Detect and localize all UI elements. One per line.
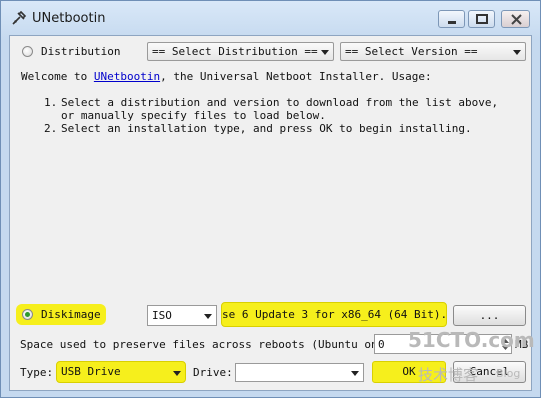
diskimage-path-value: se 6 Update 3 for x86_64 (64 Bit).iso (222, 308, 447, 321)
distribution-radio[interactable] (22, 46, 33, 57)
drive-dropdown[interactable] (235, 363, 364, 382)
watermark-text: Blog (496, 367, 521, 380)
chevron-down-icon (173, 371, 181, 376)
minimize-icon (448, 21, 456, 24)
diskimage-label: Diskimage (41, 308, 101, 321)
select-version-value: == Select Version == (345, 45, 478, 58)
diskimage-type-value: ISO (152, 309, 172, 322)
drive-label: Drive: (193, 366, 233, 379)
restore-icon (476, 14, 488, 24)
unetbootin-window: UNetbootin Distribution == Select Distri… (0, 0, 541, 398)
instruction-text: Select a distribution and version to dow… (61, 96, 499, 122)
select-distribution-value: == Select Distribution == (152, 45, 318, 58)
instruction-number: 2. (44, 122, 58, 135)
browse-button[interactable]: ... (453, 305, 526, 326)
diskimage-radio[interactable] (22, 309, 33, 320)
instruction-text: Select an installation type, and press O… (61, 122, 472, 135)
welcome-suffix: , the Universal Netboot Installer. Usage… (160, 70, 432, 83)
window-title: UNetbootin (32, 11, 106, 26)
app-icon (12, 10, 27, 25)
minimize-button[interactable] (438, 10, 465, 28)
chevron-down-icon (204, 314, 212, 319)
close-icon (511, 14, 522, 25)
chevron-down-icon (351, 371, 359, 376)
persistence-value: 0 (378, 338, 385, 351)
unetbootin-link[interactable]: UNetbootin (94, 70, 160, 83)
distribution-label: Distribution (41, 45, 121, 58)
type-label: Type: (20, 366, 54, 379)
instructions-list: 1. Select a distribution and version to … (44, 96, 514, 135)
chevron-down-icon (321, 50, 329, 55)
close-button[interactable] (501, 10, 530, 28)
instruction-number: 1. (44, 96, 58, 109)
install-type-value: USB Drive (61, 365, 121, 378)
select-distribution-dropdown[interactable]: == Select Distribution == (147, 42, 334, 61)
watermark-text: 51CTO.com (408, 328, 535, 352)
title-bar[interactable]: UNetbootin (1, 1, 540, 35)
client-area: Distribution == Select Distribution == =… (9, 35, 535, 391)
instruction-item: 2. Select an installation type, and pres… (44, 122, 514, 135)
instruction-item: 1. Select a distribution and version to … (44, 96, 514, 122)
install-type-dropdown[interactable]: USB Drive (56, 361, 186, 383)
persistence-label: Space used to preserve files across rebo… (20, 338, 405, 351)
diskimage-type-dropdown[interactable]: ISO (147, 305, 217, 326)
diskimage-path-input[interactable]: se 6 Update 3 for x86_64 (64 Bit).iso (221, 302, 447, 327)
select-version-dropdown[interactable]: == Select Version == (340, 42, 526, 61)
welcome-prefix: Welcome to (21, 70, 94, 83)
chevron-down-icon (513, 50, 521, 55)
welcome-text: Welcome to UNetbootin, the Universal Net… (21, 70, 432, 83)
watermark-text: 技术博客 (418, 366, 479, 384)
maximize-button[interactable] (468, 10, 495, 28)
